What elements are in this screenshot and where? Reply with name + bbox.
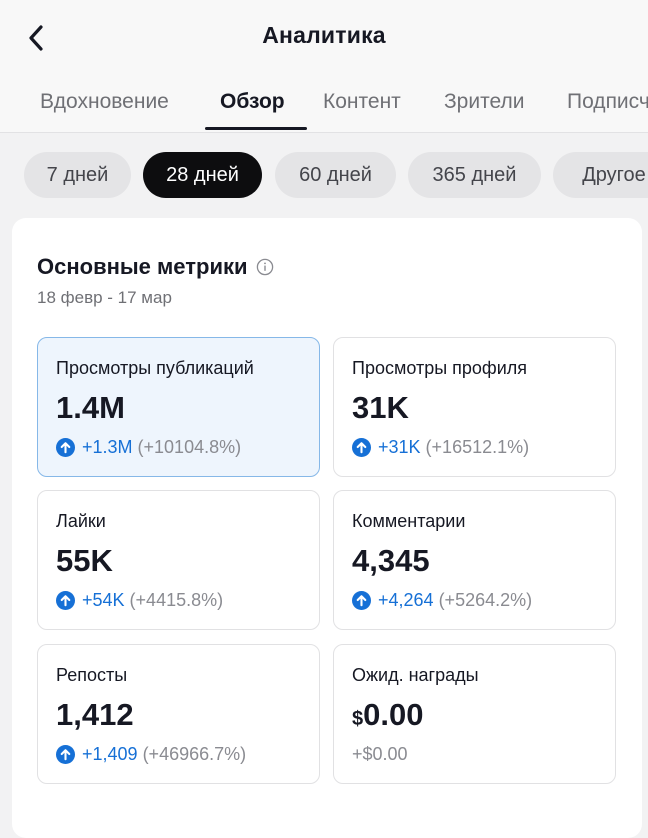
metric-comments[interactable]: Комментарии 4,345 +4,264 (+5264.2%) [333,490,616,630]
metric-change: +1,409 (+46966.7%) [56,744,246,765]
info-icon[interactable] [256,258,274,276]
app-header: Аналитика [0,0,648,78]
period-custom[interactable]: Другое [553,152,648,198]
metric-likes[interactable]: Лайки 55K +54K (+4415.8%) [37,490,320,630]
metric-value: $0.00 [352,697,423,733]
metric-value: 55K [56,543,113,578]
metric-value: 4,345 [352,543,430,578]
metric-change-percent: (+10104.8%) [137,437,242,457]
period-60-days[interactable]: 60 дней [275,152,396,198]
tab-viewers[interactable]: Зрители [444,90,524,114]
metric-change-value: +54K [82,590,125,610]
metric-label: Репосты [56,665,128,685]
metric-change-percent: (+46966.7%) [142,744,247,764]
tab-overview[interactable]: Обзор [220,90,285,114]
arrow-up-circle-icon [352,438,371,457]
metric-change: +4,264 (+5264.2%) [352,590,532,611]
arrow-up-circle-icon [56,438,75,457]
metric-label: Лайки [56,511,106,531]
metric-label: Просмотры публикаций [56,358,254,378]
tab-content[interactable]: Контент [323,90,401,114]
metric-change-value: +$0.00 [352,744,408,764]
metric-profile-views[interactable]: Просмотры профиля 31K +31K (+16512.1%) [333,337,616,477]
metric-change-value: +4,264 [378,590,434,610]
metric-value: 1.4M [56,390,125,425]
tab-bar: Вдохновение Обзор Контент Зрители Подпис… [0,78,648,133]
metric-change-percent: (+16512.1%) [425,437,530,457]
metric-reposts[interactable]: Репосты 1,412 +1,409 (+46966.7%) [37,644,320,784]
metric-value: 31K [352,390,409,425]
metric-value: 1,412 [56,697,134,732]
section-title: Основные метрики [37,254,274,280]
metric-change-percent: (+5264.2%) [438,590,533,610]
page-title: Аналитика [262,22,386,48]
metric-change-value: +1,409 [82,744,138,764]
period-28-days[interactable]: 28 дней [143,152,262,198]
metric-change-value: +1.3M [82,437,133,457]
arrow-up-circle-icon [56,591,75,610]
tab-followers[interactable]: Подписчики [567,90,648,114]
period-365-days[interactable]: 365 дней [408,152,541,198]
metric-change: +31K (+16512.1%) [352,437,529,458]
metric-label: Просмотры профиля [352,358,528,378]
period-filter: 7 дней 28 дней 60 дней 365 дней Другое [0,148,648,204]
date-range: 18 февр - 17 мар [37,288,172,307]
metric-change: +$0.00 [352,744,408,765]
metric-label: Комментарии [352,511,466,531]
metric-change: +54K (+4415.8%) [56,590,223,611]
tab-active-indicator [205,127,307,130]
metric-change-percent: (+4415.8%) [129,590,224,610]
tab-inspiration[interactable]: Вдохновение [40,90,169,114]
currency-symbol: $ [352,708,364,730]
period-7-days[interactable]: 7 дней [24,152,131,198]
section-title-text: Основные метрики [37,254,248,279]
arrow-up-circle-icon [352,591,371,610]
metric-post-views[interactable]: Просмотры публикаций 1.4M +1.3M (+10104.… [37,337,320,477]
metric-label: Ожид. награды [352,665,479,685]
metric-change-value: +31K [378,437,421,457]
metric-change: +1.3M (+10104.8%) [56,437,241,458]
metric-estimated-rewards[interactable]: Ожид. награды $0.00 +$0.00 [333,644,616,784]
metric-value-number: 0.00 [363,697,424,732]
arrow-up-circle-icon [56,745,75,764]
key-metrics-card: Основные метрики 18 февр - 17 мар Просмо… [12,218,642,838]
